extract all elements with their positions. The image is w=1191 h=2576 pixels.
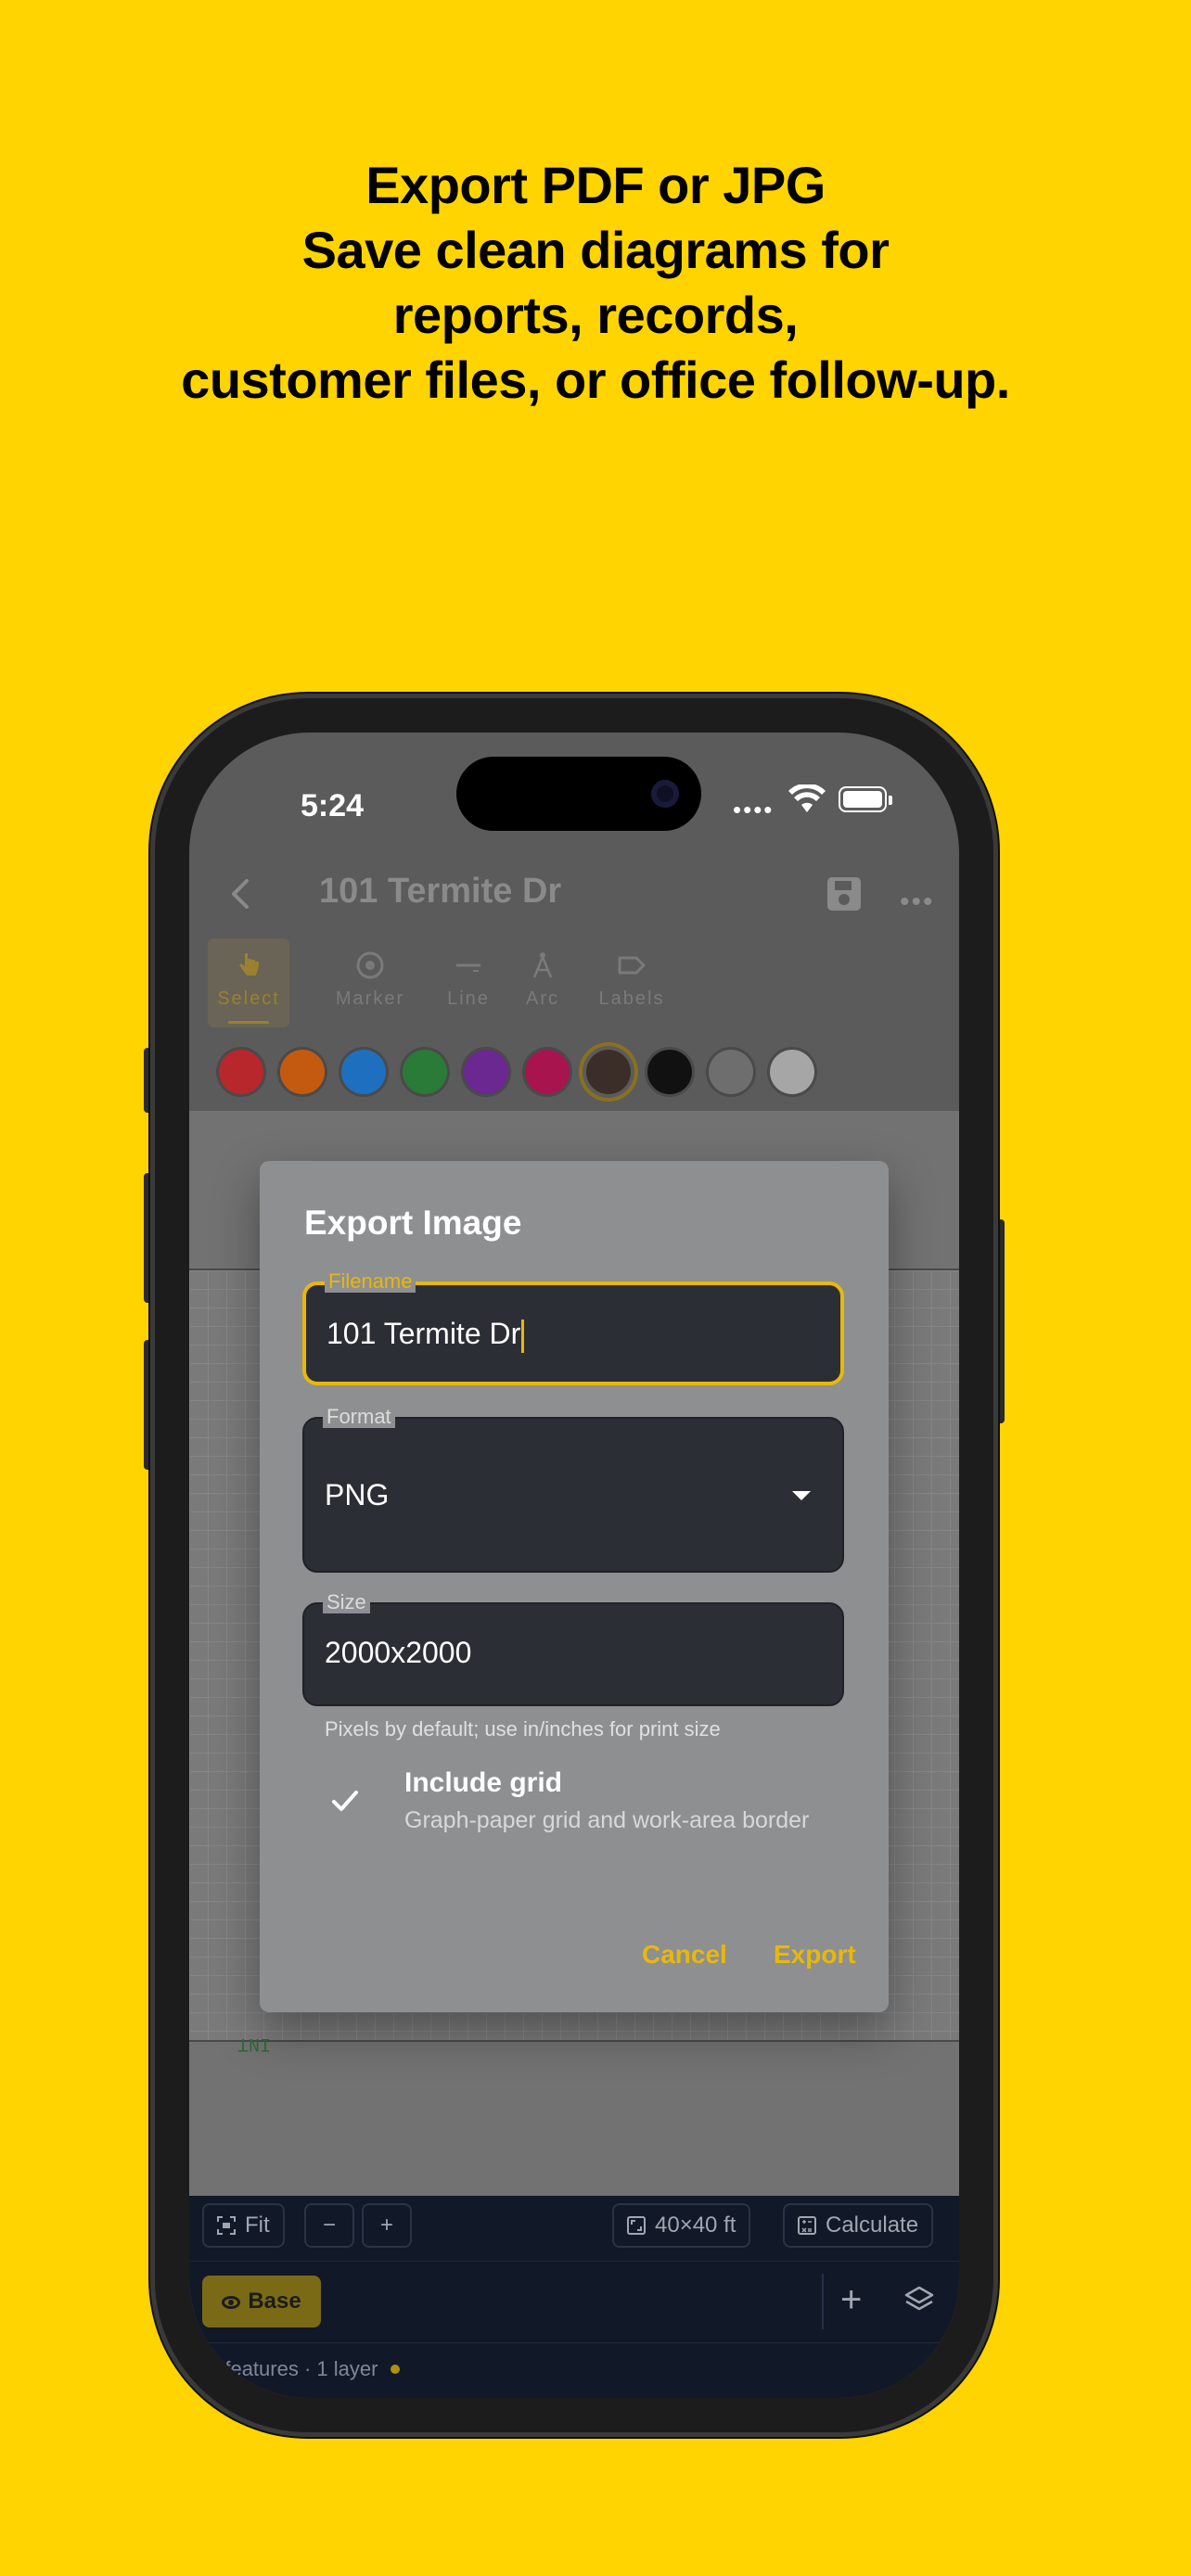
headline-line-4: customer files, or office follow-up. [181,351,1010,409]
export-button[interactable]: Export [774,1940,856,1970]
status-line: 3 features · 1 layer [208,2357,401,2381]
area-size-label: 40×40 ft [655,2213,736,2238]
add-layer-button[interactable]: + [840,2277,862,2322]
more-horizontal-icon[interactable]: ••• [900,886,935,918]
line-icon [456,963,480,972]
color-swatch[interactable] [464,1050,508,1094]
zoom-in-button[interactable]: + [362,2203,412,2248]
tool-arc[interactable]: Arc [519,938,566,1027]
dynamic-island [456,757,701,831]
battery-icon [839,786,892,812]
format-select[interactable]: Format PNG [302,1406,844,1573]
status-time: 5:24 [301,788,365,823]
size-helper-text: Pixels by default; use in/inches for pri… [325,1717,721,1741]
compass-icon [532,952,553,978]
power-button [997,1219,1005,1423]
tool-bar: Select Marker Line Arc Labels [189,938,959,1031]
bottom-panel: Fit − + 40×40 ft Calculate Base + 3 feat… [189,2196,959,2398]
chevron-left-icon[interactable] [223,875,260,912]
export-dialog: Export Image Filename 101 Termite Dr For… [260,1161,889,2012]
tool-marker[interactable]: Marker [328,938,412,1027]
size-label: Size [323,1591,370,1613]
color-swatch[interactable] [219,1050,263,1094]
canvas-label: INT [237,2033,272,2054]
color-swatch[interactable] [341,1050,386,1094]
base-layer-button[interactable]: Base [202,2276,321,2327]
eye-icon [222,2296,241,2309]
filename-value: 101 Termite Dr [327,1317,521,1350]
tool-labels[interactable]: Labels [592,938,672,1027]
base-label: Base [248,2289,301,2314]
headline: Export PDF or JPG Save clean diagrams fo… [0,153,1191,413]
color-swatch[interactable] [525,1050,570,1094]
divider [822,2274,824,2329]
checkmark-icon[interactable] [327,1782,364,1819]
dropdown-arrow-icon [792,1491,811,1500]
color-palette [189,1039,959,1103]
target-icon [356,951,384,979]
size-value: 2000x2000 [325,1636,472,1669]
color-swatch[interactable] [709,1050,753,1094]
color-swatch[interactable] [647,1050,692,1094]
tool-label: Select [217,988,280,1009]
cellular-signal-icon: •••• [733,796,775,823]
dialog-title: Export Image [304,1204,522,1242]
headline-line-3: reports, records, [392,286,799,344]
headline-line-2: Save clean diagrams for [301,221,890,279]
calculator-icon [798,2216,816,2235]
aspect-ratio-icon [627,2216,646,2235]
divider [189,2342,959,2343]
calculate-button[interactable]: Calculate [783,2203,934,2248]
text-caret [521,1319,525,1353]
floppy-disk-icon[interactable] [826,875,863,912]
format-label: Format [323,1406,395,1428]
tool-line[interactable]: Line [438,938,499,1027]
area-size-button[interactable]: 40×40 ft [612,2203,751,2248]
fit-label: Fit [245,2213,270,2238]
hand-pointer-icon [239,953,259,976]
filename-input[interactable]: 101 Termite Dr [327,1317,525,1353]
filename-label: Filename [325,1270,416,1293]
status-bar: 5:24 •••• [189,733,959,853]
zoom-toolbar: Fit − + 40×40 ft Calculate [189,2196,959,2262]
phone-screen: 5:24 •••• 101 Termite Dr ••• Select Mark… [189,733,959,2398]
tool-label: Line [447,988,490,1009]
phone-frame: 5:24 •••• 101 Termite Dr ••• Select Mark… [150,694,998,2437]
page-title: 101 Termite Dr [319,872,562,911]
app-bar: 101 Termite Dr ••• [189,853,959,937]
cancel-button[interactable]: Cancel [642,1940,727,1970]
layers-icon[interactable] [903,2285,935,2316]
format-value: PNG [325,1478,390,1511]
zoom-out-button[interactable]: − [304,2203,354,2248]
color-swatch[interactable] [403,1050,447,1094]
headline-line-1: Export PDF or JPG [365,156,826,214]
fit-button[interactable]: Fit [202,2203,285,2248]
feature-count-text: 3 features · 1 layer [208,2357,378,2380]
color-swatch[interactable] [586,1050,631,1094]
color-swatch[interactable] [770,1050,814,1094]
tool-select[interactable]: Select [208,938,289,1027]
status-dot [391,2365,401,2374]
wifi-icon [788,784,826,812]
calculate-label: Calculate [826,2213,919,2238]
include-grid-subtitle: Graph-paper grid and work-area border [404,1807,810,1833]
fit-screen-icon [217,2216,236,2235]
tool-label: Arc [526,988,559,1009]
color-swatch[interactable] [280,1050,325,1094]
include-grid-title[interactable]: Include grid [404,1767,562,1799]
tool-label: Labels [598,988,665,1009]
filename-field[interactable]: Filename 101 Termite Dr [302,1270,844,1385]
tool-label: Marker [335,988,405,1009]
camera-icon [651,780,679,808]
size-field[interactable]: Size 2000x2000 [302,1591,844,1706]
tag-icon [618,956,646,975]
